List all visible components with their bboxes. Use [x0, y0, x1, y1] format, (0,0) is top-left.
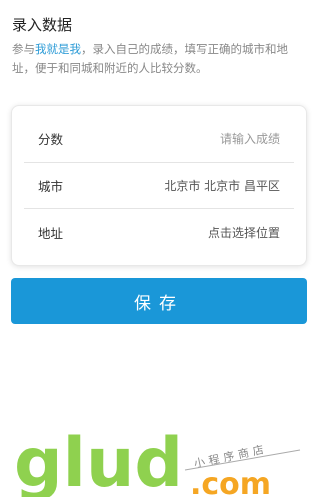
city-label: 城市	[38, 179, 64, 194]
watermark-logo-text: glud	[14, 424, 183, 497]
address-label: 地址	[38, 225, 64, 241]
watermark-logo: glud 小程序商店 .com	[14, 424, 301, 497]
save-button[interactable]: 保存	[11, 278, 307, 324]
score-row[interactable]: 分数 请输入成绩	[24, 106, 294, 163]
score-input[interactable]: 请输入成绩	[220, 130, 280, 147]
city-row[interactable]: 城市 北京市 北京市 昌平区	[24, 163, 294, 209]
address-row[interactable]: 地址 点击选择位置	[24, 209, 294, 255]
desc-prefix: 参与	[12, 42, 35, 56]
campaign-link[interactable]: 我就是我	[35, 42, 81, 56]
address-picker[interactable]: 点击选择位置	[208, 224, 280, 241]
form-card: 分数 请输入成绩 城市 北京市 北京市 昌平区 地址 点击选择位置	[11, 105, 307, 266]
page: 录入数据 参与我就是我，录入自己的成绩，填写正确的城市和地址，便于和同城和附近的…	[0, 0, 316, 497]
page-title: 录入数据	[12, 16, 73, 34]
score-label: 分数	[38, 131, 64, 147]
watermark-domain-text: .com	[190, 467, 271, 497]
page-description: 参与我就是我，录入自己的成绩，填写正确的城市和地址，便于和同城和附近的人比较分数…	[12, 40, 306, 78]
city-picker[interactable]: 北京市 北京市 昌平区	[164, 177, 280, 194]
